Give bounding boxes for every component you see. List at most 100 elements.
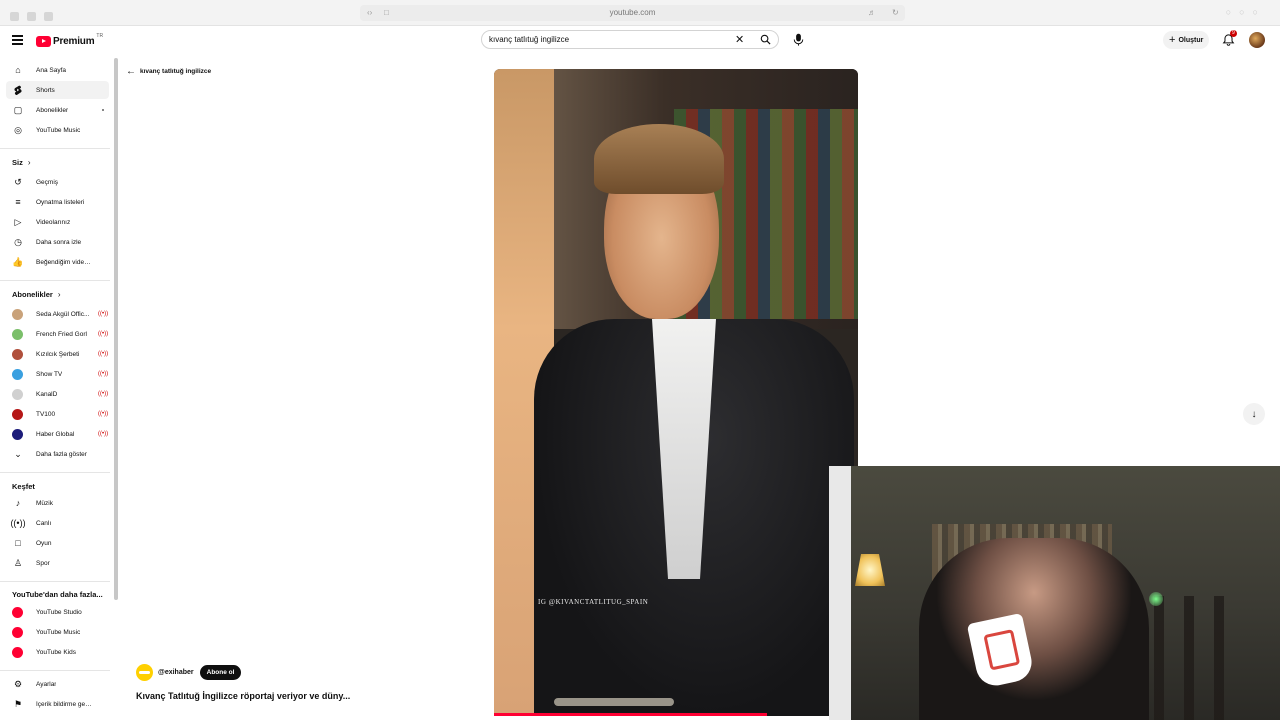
- sidebar-item-youtube-studio[interactable]: YouTube Studio: [6, 603, 109, 621]
- sidebar-item-watch-later[interactable]: ◷ Daha sonra izle: [6, 233, 109, 251]
- divider: [0, 472, 110, 473]
- window-controls: [10, 8, 70, 21]
- sidebar-channel[interactable]: French Fried Gorl ((•)): [6, 325, 109, 343]
- search-icon[interactable]: [760, 34, 771, 45]
- section-you-heading[interactable]: Siz ›: [12, 158, 31, 167]
- sidebar-item-label: Oynatma listeleri: [36, 198, 85, 206]
- channel-name: Haber Global: [36, 430, 75, 438]
- channel-info: @exihaber Abone ol: [136, 664, 242, 681]
- hamburger-menu-icon[interactable]: [12, 35, 23, 45]
- sidebar-item-subscriptions[interactable]: ▢ Abonelikler: [6, 101, 109, 119]
- sidebar-item-label: Ana Sayfa: [36, 66, 66, 74]
- sidebar-item-label: Daha fazla göster: [36, 450, 87, 458]
- gaming-icon: □: [15, 538, 21, 548]
- search-box[interactable]: ✕: [481, 30, 779, 49]
- divider: [0, 280, 110, 281]
- sidebar-item-music[interactable]: ♪ Müzik: [6, 494, 109, 512]
- sidebar-item-shorts[interactable]: Shorts: [6, 81, 109, 99]
- sidebar-channel[interactable]: Haber Global ((•)): [6, 425, 109, 443]
- live-icon: ((•)): [10, 518, 26, 528]
- sidebar: ⌂ Ana Sayfa Shorts ▢ Abonelikler ◎ YouTu…: [0, 58, 112, 720]
- youtube-kids-icon: [12, 646, 23, 658]
- sidebar-item-home[interactable]: ⌂ Ana Sayfa: [6, 61, 109, 79]
- search-input[interactable]: [489, 33, 729, 46]
- sidebar-item-label: YouTube Kids: [36, 648, 76, 656]
- sidebar-item-sports[interactable]: ♙ Spor: [6, 554, 109, 572]
- arrow-left-icon: ←: [126, 66, 136, 77]
- sidebar-item-liked-videos[interactable]: 👍 Beğendiğim videolar: [6, 253, 109, 271]
- video-title[interactable]: Kıvanç Tatlıtuğ İngilizce röportaj veriy…: [136, 691, 350, 701]
- section-subscriptions-heading[interactable]: Abonelikler ›: [12, 290, 61, 299]
- sidebar-item-settings[interactable]: ⚙ Ayarlar: [6, 675, 109, 693]
- clear-search-icon[interactable]: ✕: [735, 33, 744, 46]
- sidebar-channel[interactable]: TV100 ((•)): [6, 405, 109, 423]
- divider: [0, 670, 110, 671]
- sidebar-channel[interactable]: Seda Akgül Offic... ((•)): [6, 305, 109, 323]
- chevron-right-icon: ›: [27, 158, 31, 167]
- your-videos-icon: ▷: [14, 216, 22, 227]
- shorts-icon: [12, 84, 24, 96]
- sidebar-item-gaming[interactable]: □ Oyun: [6, 534, 109, 552]
- thumbs-up-icon: 👍: [12, 256, 24, 267]
- channel-name: Show TV: [36, 370, 63, 378]
- channel-avatar: [12, 348, 23, 360]
- arrow-down-icon: ↓: [1251, 408, 1257, 420]
- channel-avatar[interactable]: [136, 664, 153, 681]
- account-avatar[interactable]: [1249, 32, 1265, 48]
- flag-icon: ⚑: [13, 698, 23, 709]
- live-icon: ((•)): [98, 351, 109, 357]
- create-button[interactable]: + Oluştur: [1163, 31, 1210, 49]
- sidebar-item-label: Canlı: [36, 519, 52, 527]
- sidebar-item-label: Abonelikler: [36, 106, 69, 114]
- address-bar[interactable]: ‹› □ youtube.com ♬ ↻: [360, 5, 905, 21]
- sidebar-channel[interactable]: KanalD ((•)): [6, 385, 109, 403]
- youtube-play-icon: [36, 35, 51, 47]
- sidebar-item-youtube-kids[interactable]: YouTube Kids: [6, 643, 109, 661]
- sidebar-item-youtube-music[interactable]: ◎ YouTube Music: [6, 121, 109, 139]
- sidebar-item-your-videos[interactable]: ▷ Videolarınız: [6, 213, 109, 231]
- sidebar-item-label: Shorts: [36, 86, 55, 94]
- live-icon: ((•)): [98, 411, 109, 417]
- home-icon: ⌂: [15, 65, 21, 75]
- show-more-button[interactable]: ⌄ Daha fazla göster: [6, 445, 109, 463]
- create-label: Oluştur: [1178, 36, 1204, 44]
- sidebar-channel[interactable]: Kızılcık Şerbeti ((•)): [6, 345, 109, 363]
- channel-handle[interactable]: @exihaber: [158, 669, 194, 676]
- webcam-window-light: [829, 466, 851, 720]
- voice-search-icon[interactable]: [789, 30, 808, 49]
- sidebar-item-history[interactable]: ↺ Geçmiş: [6, 173, 109, 191]
- video-watermark: IG @KIVANCTATLITUG_SPAIN: [538, 598, 649, 606]
- sidebar-scrollbar[interactable]: [114, 58, 118, 600]
- youtube-premium-logo[interactable]: Premium TR: [36, 33, 103, 47]
- video-progress-bar[interactable]: [494, 713, 767, 716]
- webcam-person: [919, 538, 1149, 720]
- youtube-studio-icon: [12, 606, 23, 618]
- section-more-heading: YouTube'dan daha fazla...: [12, 590, 103, 599]
- back-label: kıvanç tatlıtuğ ingilizce: [140, 68, 212, 75]
- sidebar-channel[interactable]: Show TV ((•)): [6, 365, 109, 383]
- sidebar-item-label: YouTube Music: [36, 628, 81, 636]
- back-to-search-link[interactable]: ← kıvanç tatlıtuğ ingilizce: [126, 66, 211, 77]
- channel-avatar: [12, 388, 23, 400]
- webcam-green-light: [1149, 592, 1163, 606]
- notifications-bell-icon[interactable]: 9: [1222, 30, 1237, 47]
- shorts-video-player[interactable]: IG @KIVANCTATLITUG_SPAIN: [494, 69, 858, 716]
- browser-actions[interactable]: ○○○: [1226, 7, 1266, 17]
- sidebar-item-label: İçerik bildirme geç...: [36, 700, 92, 708]
- sidebar-item-label: Geçmiş: [36, 178, 59, 186]
- watch-later-icon: ◷: [14, 236, 22, 247]
- sidebar-item-live[interactable]: ((•)) Canlı: [6, 514, 109, 532]
- sidebar-item-youtube-music-app[interactable]: YouTube Music: [6, 623, 109, 641]
- live-icon: ((•)): [98, 311, 109, 317]
- music-note-icon: ♪: [15, 498, 21, 508]
- audio-icon[interactable]: ♬: [868, 8, 876, 17]
- next-short-button[interactable]: ↓: [1243, 403, 1265, 425]
- channel-avatar: [12, 308, 23, 320]
- reload-icon[interactable]: ↻: [892, 8, 899, 17]
- sidebar-item-playlists[interactable]: ≡ Oynatma listeleri: [6, 193, 109, 211]
- playlists-icon: ≡: [15, 197, 21, 207]
- subscribe-button[interactable]: Abone ol: [199, 665, 242, 680]
- sidebar-item-report-history[interactable]: ⚑ İçerik bildirme geç...: [6, 695, 109, 713]
- sidebar-item-label: Ayarlar: [36, 680, 57, 688]
- sidebar-item-label: Daha sonra izle: [36, 238, 82, 246]
